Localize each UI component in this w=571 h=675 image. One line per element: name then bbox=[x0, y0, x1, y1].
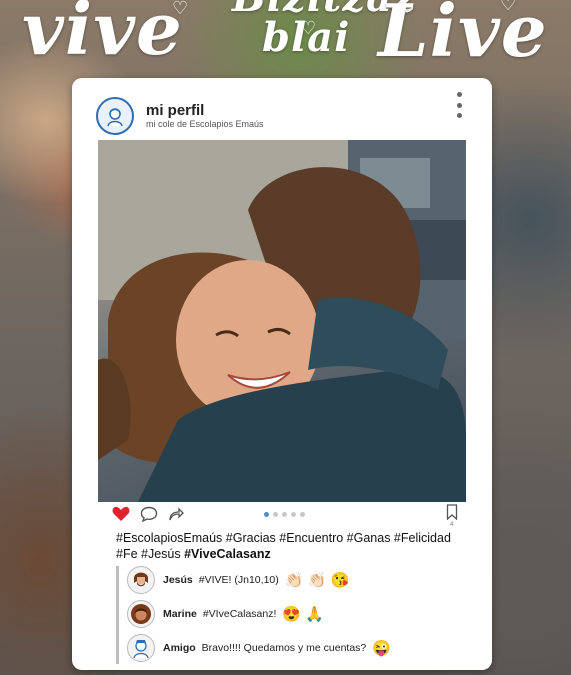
caption-hashtags[interactable]: #EscolapiosEmaús #Gracias #Encuentro #Ga… bbox=[116, 531, 451, 561]
caption-hashtag-bold[interactable]: #ViveCalasanz bbox=[184, 547, 271, 561]
carousel-dot-active[interactable] bbox=[264, 512, 269, 517]
profile-subtitle: mi cole de Escolapios Emaús bbox=[146, 119, 264, 129]
comment-username[interactable]: Marine bbox=[163, 608, 197, 620]
heart-deco-icon: ♡ bbox=[500, 0, 517, 15]
profile-text: mi perfil mi cole de Escolapios Emaús bbox=[146, 102, 264, 130]
more-options-icon[interactable] bbox=[454, 92, 464, 118]
comment-item: Jesús #VIVE! (Jn10,10) 👏🏻 👏🏻 😘 bbox=[127, 566, 349, 594]
headline-word-vive: vive bbox=[22, 0, 183, 71]
jesus-avatar-icon bbox=[133, 572, 149, 591]
heart-icon[interactable] bbox=[112, 506, 130, 522]
user-icon bbox=[107, 108, 123, 127]
comment-username[interactable]: Jesús bbox=[163, 574, 193, 586]
post-frame: mi perfil mi cole de Escolapios Emaús 4 … bbox=[72, 78, 492, 670]
carousel-dot[interactable] bbox=[282, 512, 287, 517]
post-photo[interactable] bbox=[98, 140, 466, 502]
comment-text: Bravo!!!! Quedamos y me cuentas? bbox=[201, 642, 367, 654]
carousel-dot[interactable] bbox=[291, 512, 296, 517]
headline-word-blai: blai bbox=[262, 14, 351, 61]
amigo-avatar[interactable] bbox=[127, 634, 155, 662]
profile-avatar[interactable] bbox=[96, 97, 134, 135]
carousel-indicator bbox=[264, 512, 305, 517]
saved-count: 4 bbox=[450, 522, 454, 528]
comment-emoji: 😜 bbox=[372, 640, 391, 657]
hug-photo-illustration bbox=[98, 140, 466, 502]
comment-item: Amigo Bravo!!!! Quedamos y me cuentas? 😜 bbox=[127, 634, 391, 662]
headline: vive ♡ Bizitzaz ♡ blai Live ♡ bbox=[0, 0, 571, 82]
comment-emoji: 😍 🙏 bbox=[282, 606, 324, 623]
marine-avatar-icon bbox=[131, 604, 151, 624]
comment-emoji: 👏🏻 👏🏻 😘 bbox=[284, 572, 350, 589]
comment-username[interactable]: Amigo bbox=[163, 642, 196, 654]
comment-icon[interactable] bbox=[140, 506, 158, 522]
comments-thread: Jesús #VIVE! (Jn10,10) 👏🏻 👏🏻 😘 Marine #V… bbox=[116, 566, 469, 664]
comment-item: Marine #VIveCalasanz! 😍 🙏 bbox=[127, 600, 324, 628]
carousel-dot[interactable] bbox=[300, 512, 305, 517]
jesus-avatar[interactable] bbox=[127, 566, 155, 594]
post-actions: 4 bbox=[112, 504, 462, 528]
comment-text: #VIveCalasanz! bbox=[202, 608, 277, 620]
headline-word-live: Live bbox=[378, 0, 548, 73]
comment-text: #VIVE! (Jn10,10) bbox=[198, 574, 279, 586]
heart-deco-icon: ♡ bbox=[172, 0, 189, 19]
bookmark-icon[interactable] bbox=[446, 504, 458, 520]
marine-avatar[interactable] bbox=[127, 600, 155, 628]
post-caption: #EscolapiosEmaús #Gracias #Encuentro #Ga… bbox=[116, 530, 466, 562]
amigo-avatar-icon bbox=[133, 640, 149, 659]
profile-header[interactable]: mi perfil mi cole de Escolapios Emaús bbox=[96, 96, 264, 136]
profile-name[interactable]: mi perfil bbox=[146, 102, 264, 119]
carousel-dot[interactable] bbox=[273, 512, 278, 517]
share-icon[interactable] bbox=[168, 506, 184, 522]
